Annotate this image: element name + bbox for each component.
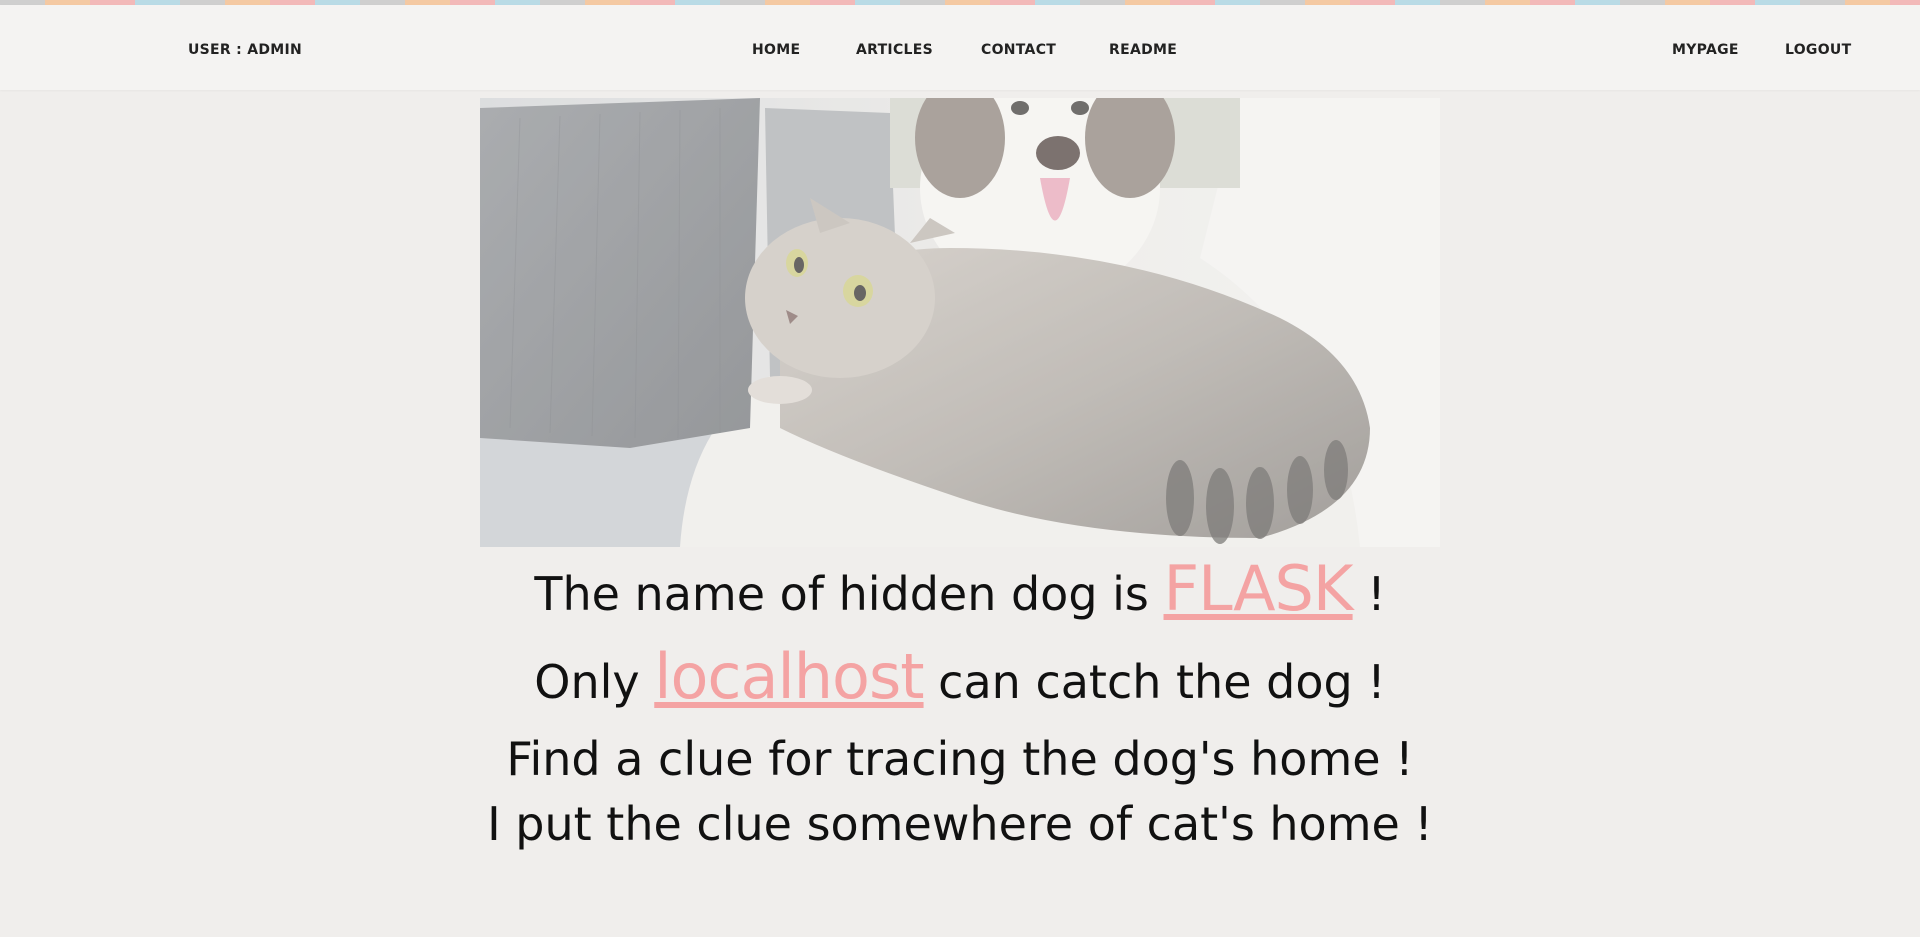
nav-home-link[interactable]: HOME bbox=[752, 42, 800, 58]
nav-contact-link[interactable]: CONTACT bbox=[981, 42, 1056, 58]
hint-line-2-prefix: Only bbox=[534, 655, 655, 709]
hero-image bbox=[480, 98, 1440, 547]
nav-readme-link[interactable]: README bbox=[1109, 42, 1177, 58]
hint-line-1-prefix: The name of hidden dog is bbox=[534, 567, 1164, 621]
nav-articles-link[interactable]: ARTICLES bbox=[856, 42, 933, 58]
hint-line-4: I put the clue somewhere of cat's home ! bbox=[487, 797, 1433, 851]
nav-logout-link[interactable]: LOGOUT bbox=[1785, 42, 1851, 58]
hint-line-2: Only localhost can catch the dog ! bbox=[0, 640, 1920, 713]
hint-line-2-suffix: can catch the dog ! bbox=[923, 655, 1386, 709]
hint-line-1: The name of hidden dog is FLASK ! bbox=[0, 552, 1920, 625]
cat-and-dog-photo bbox=[480, 98, 1440, 547]
user-label: USER : ADMIN bbox=[188, 42, 303, 58]
top-navbar: USER : ADMIN HOME ARTICLES CONTACT READM… bbox=[0, 5, 1920, 90]
hint-line-1-suffix: ! bbox=[1352, 567, 1386, 621]
nav-mypage-link[interactable]: MYPAGE bbox=[1672, 42, 1739, 58]
flask-link[interactable]: FLASK bbox=[1164, 552, 1354, 625]
localhost-link[interactable]: localhost bbox=[654, 640, 924, 713]
hint-line-3: Find a clue for tracing the dog's home ! bbox=[506, 732, 1414, 786]
